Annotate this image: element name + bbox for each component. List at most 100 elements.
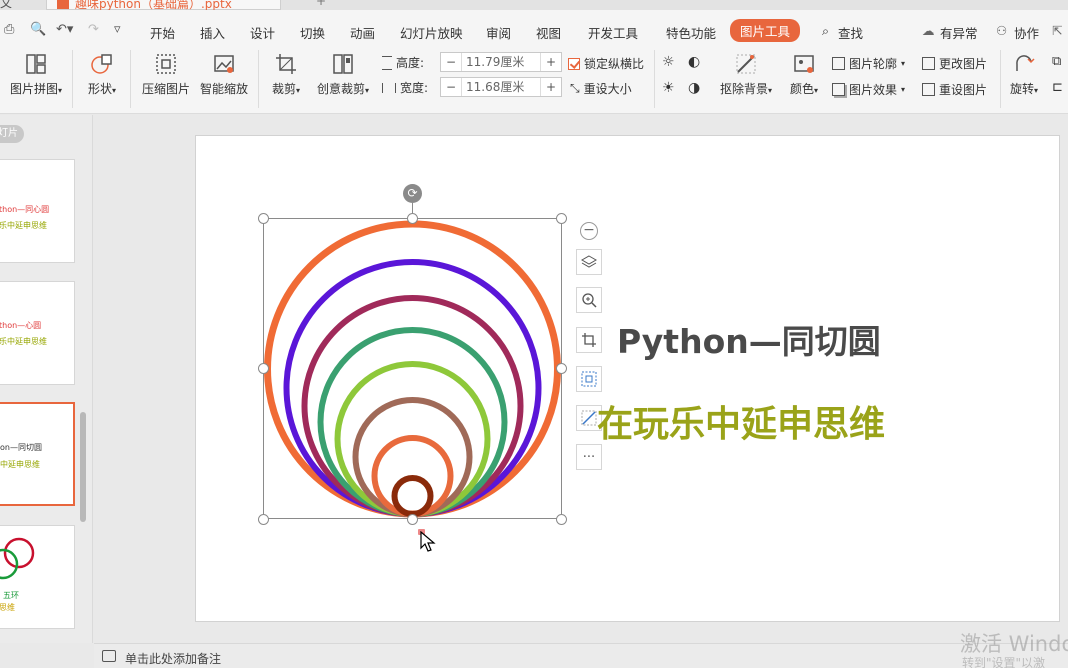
resize-handle-top-right[interactable] xyxy=(556,213,567,224)
ribbon-divider xyxy=(72,50,73,108)
smart-scale-button[interactable]: 智能缩放 xyxy=(198,52,250,97)
print-icon[interactable]: ⎙ xyxy=(4,22,14,37)
menu-special-features[interactable]: 特色功能 xyxy=(666,23,716,42)
quick-access-dropdown-icon[interactable]: ▿ xyxy=(114,22,121,37)
change-picture-label: 更改图片 xyxy=(939,57,988,71)
crop-float-icon[interactable] xyxy=(576,327,602,353)
picture-outline-button[interactable]: 图片轮廓 ▾ xyxy=(832,55,905,72)
slide-thumbnail[interactable]: thon—同心圆 乐中延申思维 xyxy=(0,159,75,263)
lock-ratio-checkbox[interactable]: 锁定纵横比 xyxy=(568,55,644,72)
height-value[interactable]: 11.79厘米 xyxy=(461,53,541,71)
slide-thumbnail[interactable]: 五环 思维 xyxy=(0,525,75,629)
resize-handle-bottom-right[interactable] xyxy=(556,514,567,525)
reset-picture-icon xyxy=(922,83,935,96)
picture-outline-label: 图片轮廓 xyxy=(849,57,898,71)
thumbnail-title: thon—同心圆 xyxy=(0,205,50,214)
reset-size-button[interactable]: ⤡ 重设大小 xyxy=(570,80,632,97)
collapse-toolbar-icon[interactable]: − xyxy=(580,222,598,240)
menu-transitions[interactable]: 切换 xyxy=(300,23,325,42)
thumbnail-subtitle: 乐中延申思维 xyxy=(0,221,47,230)
height-stepper[interactable]: − 11.79厘米 + xyxy=(440,52,562,72)
height-decrease-button[interactable]: − xyxy=(441,55,461,69)
resize-handle-top-left[interactable] xyxy=(258,213,269,224)
compress-picture-button[interactable]: 压缩图片 xyxy=(140,52,192,97)
slide-title[interactable]: Python—同切圆 xyxy=(617,315,881,363)
thumbnail-subtitle: 中延申思维 xyxy=(0,460,40,469)
new-tab-icon[interactable]: + xyxy=(316,0,326,8)
resize-handle-left[interactable] xyxy=(258,363,269,374)
rotate-button[interactable]: 旋转▾ xyxy=(1006,52,1042,97)
document-tab[interactable]: 趣味python（基础篇）.pptx xyxy=(46,0,281,10)
width-stepper[interactable]: − 11.68厘米 + xyxy=(440,77,562,97)
menu-home[interactable]: 开始 xyxy=(150,23,175,42)
width-label-group: 宽度: xyxy=(382,79,428,96)
width-decrease-button[interactable]: − xyxy=(441,80,461,94)
reset-picture-button[interactable]: 重设图片 xyxy=(922,81,987,98)
slides-panel-tab[interactable]: 灯片 xyxy=(0,125,24,143)
shape-icon xyxy=(91,54,112,74)
brightness-up-icon[interactable]: ☼ xyxy=(662,54,675,70)
lock-ratio-check-icon[interactable] xyxy=(568,57,580,70)
resize-handle-bottom-left[interactable] xyxy=(258,514,269,525)
notes-placeholder[interactable]: 单击此处添加备注 xyxy=(125,650,221,667)
ribbon-divider xyxy=(130,50,131,108)
title-bar: 文 趣味python（基础篇）.pptx + xyxy=(0,0,1068,10)
contrast-down-icon[interactable]: ◑ xyxy=(688,80,700,96)
menu-insert[interactable]: 插入 xyxy=(200,23,225,42)
change-picture-button[interactable]: 更改图片 xyxy=(922,55,987,72)
contrast-up-icon[interactable]: ◐ xyxy=(688,54,700,70)
smart-scale-label: 智能缩放 xyxy=(199,82,248,96)
width-value[interactable]: 11.68厘米 xyxy=(461,78,541,96)
picture-collage-label: 图片拼图 xyxy=(9,82,58,96)
slides-panel-scrollbar[interactable] xyxy=(80,412,86,522)
picture-effect-button[interactable]: 图片效果 ▾ xyxy=(832,81,905,98)
notes-bar[interactable]: 单击此处添加备注 xyxy=(94,643,1068,668)
picture-collage-button[interactable]: 图片拼图▾ xyxy=(6,52,66,97)
zoom-in-icon[interactable] xyxy=(576,287,602,313)
color-button[interactable]: 颜色▾ xyxy=(784,52,824,97)
more-options-icon[interactable]: ··· xyxy=(576,444,602,470)
resize-handle-bottom[interactable] xyxy=(407,514,418,525)
tab-picture-tools[interactable]: 图片工具 xyxy=(730,19,801,42)
picture-effect-label: 图片效果 xyxy=(849,83,898,97)
menu-slideshow[interactable]: 幻灯片放映 xyxy=(400,23,463,42)
layers-icon[interactable] xyxy=(576,249,602,275)
brightness-down-icon[interactable]: ☀ xyxy=(662,80,675,96)
menu-collaborate[interactable]: 协作 xyxy=(1014,23,1039,42)
user-icon: ⚇ xyxy=(996,23,1008,38)
compress-picture-label: 压缩图片 xyxy=(141,82,190,96)
width-increase-button[interactable]: + xyxy=(541,80,561,94)
creative-crop-label: 创意裁剪 xyxy=(316,82,365,96)
thumbnail-subtitle: 思维 xyxy=(0,603,15,612)
menu-design[interactable]: 设计 xyxy=(250,23,275,42)
rotate-handle-icon[interactable]: ⟳ xyxy=(403,184,422,203)
resize-handle-right[interactable] xyxy=(556,363,567,374)
slide-thumbnail[interactable]: thon—心圆 乐中延申思维 xyxy=(0,281,75,385)
crop-icon xyxy=(276,54,296,74)
compress-float-icon[interactable] xyxy=(576,366,602,392)
align-icon[interactable]: ⊏ xyxy=(1052,80,1063,95)
menu-animations[interactable]: 动画 xyxy=(350,23,375,42)
share-icon[interactable]: ⇱ xyxy=(1052,23,1062,38)
menu-review[interactable]: 审阅 xyxy=(486,23,511,42)
menu-status-warning[interactable]: 有异常 xyxy=(940,23,978,42)
menu-view[interactable]: 视图 xyxy=(536,23,561,42)
arrange-icon[interactable]: ⧉ xyxy=(1052,54,1061,69)
redo-icon[interactable]: ↷ xyxy=(88,22,99,37)
search-icon[interactable]: ⌕ xyxy=(822,23,829,39)
remove-background-button[interactable]: 抠除背景▾ xyxy=(716,52,776,97)
shape-button[interactable]: 形状▾ xyxy=(82,52,122,97)
crop-button[interactable]: 裁剪▾ xyxy=(266,52,306,97)
activation-watermark-hint: 转到"设置"以激 xyxy=(962,656,1046,668)
height-increase-button[interactable]: + xyxy=(541,55,561,69)
menu-developer[interactable]: 开发工具 xyxy=(588,23,638,42)
resize-handle-top[interactable] xyxy=(407,213,418,224)
reset-size-icon: ⤡ xyxy=(570,81,580,95)
undo-icon[interactable]: ↶▾ xyxy=(56,22,73,37)
print-preview-icon[interactable]: 🔍 xyxy=(30,22,46,37)
notes-icon xyxy=(102,650,116,662)
slide-subtitle[interactable]: 在玩乐中延申思维 xyxy=(597,395,885,447)
creative-crop-button[interactable]: 创意裁剪▾ xyxy=(314,52,372,97)
menu-search[interactable]: 查找 xyxy=(838,23,863,42)
slide-thumbnail-selected[interactable]: on—同切圆 中延申思维 xyxy=(0,402,75,506)
